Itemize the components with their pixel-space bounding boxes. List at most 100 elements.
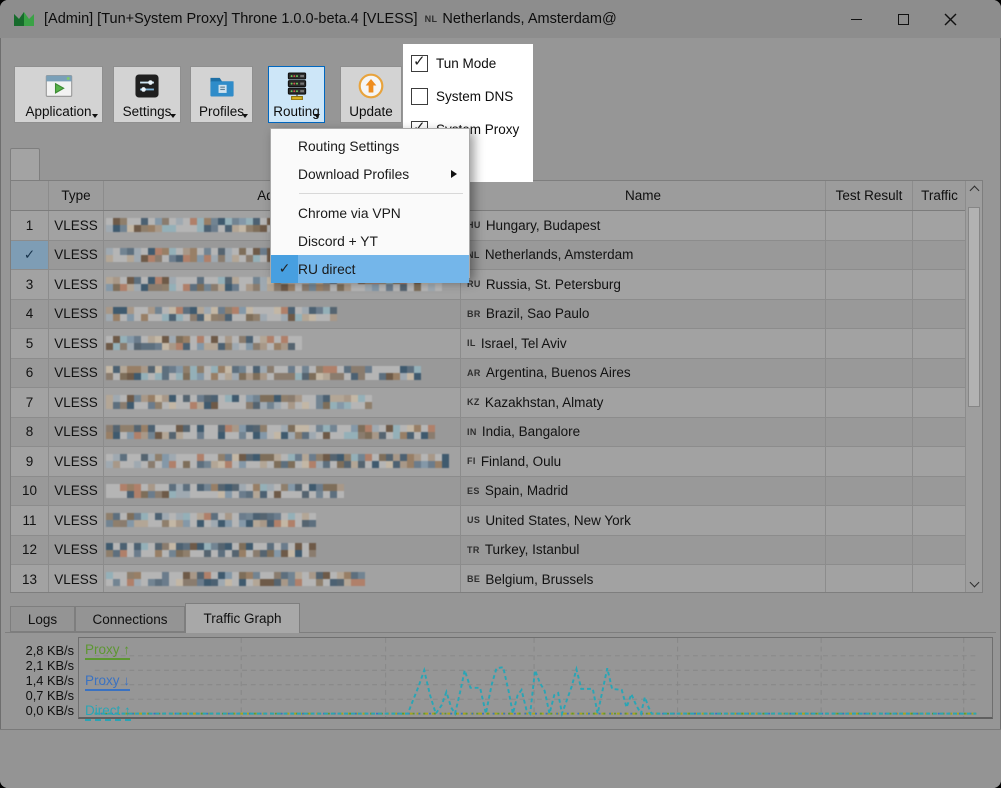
routing-button[interactable]: Routing bbox=[268, 66, 325, 123]
menu-item-download-profiles[interactable]: Download Profiles bbox=[271, 160, 469, 188]
update-button-label: Update bbox=[349, 104, 393, 119]
tab-traffic-graph[interactable]: Traffic Graph bbox=[185, 603, 300, 633]
profiles-button[interactable]: Profiles bbox=[190, 66, 253, 123]
menu-item-routing-settings[interactable]: Routing Settings bbox=[271, 132, 469, 160]
row-traffic-cell bbox=[913, 270, 966, 299]
country-flag: US bbox=[467, 515, 481, 526]
row-test-result-cell bbox=[826, 270, 913, 299]
table-row[interactable]: ✓ VLESS NL Netherlands, Amsterdam bbox=[11, 240, 982, 270]
row-address-cell bbox=[104, 358, 461, 387]
menu-item-discord-yt[interactable]: Discord + YT bbox=[271, 227, 469, 255]
settings-button[interactable]: Settings bbox=[113, 66, 181, 123]
country-flag: ES bbox=[467, 485, 480, 496]
legend-direct-[interactable]: Direct ↑ bbox=[85, 703, 131, 721]
row-name-text: Argentina, Buenos Aires bbox=[485, 365, 631, 381]
table-row[interactable]: 5 VLESS IL Israel, Tel Aviv bbox=[11, 329, 982, 359]
row-number-cell: 6 bbox=[11, 358, 49, 387]
title-country-flag: NL bbox=[424, 14, 438, 24]
row-number-cell: 13 bbox=[11, 565, 49, 592]
menu-item-gutter bbox=[271, 132, 298, 160]
row-address-cell bbox=[104, 565, 461, 592]
table-row[interactable]: 11 VLESS US United States, New York bbox=[11, 506, 982, 536]
profile-group-tab[interactable] bbox=[10, 148, 40, 181]
blurred-address bbox=[106, 336, 302, 351]
menu-item-ru-direct[interactable]: ✓ RU direct bbox=[271, 255, 469, 283]
row-name-cell: FI Finland, Oulu bbox=[461, 447, 826, 476]
menu-item-label: Download Profiles bbox=[298, 166, 410, 182]
column-header-traffic[interactable]: Traffic bbox=[913, 181, 966, 210]
row-name-text: India, Bangalore bbox=[481, 424, 581, 440]
dropdown-caret-icon bbox=[170, 114, 176, 118]
row-traffic-cell bbox=[913, 300, 966, 329]
dropdown-caret-icon bbox=[314, 114, 320, 118]
row-traffic-cell bbox=[913, 536, 966, 565]
row-name-text: Turkey, Istanbul bbox=[484, 542, 580, 558]
connection-table: Type Address Name Test Result Traffic 1V… bbox=[10, 180, 983, 593]
tab-logs[interactable]: Logs bbox=[10, 606, 75, 632]
tab-connections[interactable]: Connections bbox=[75, 606, 185, 632]
column-header-test-result[interactable]: Test Result bbox=[826, 181, 913, 210]
row-traffic-cell bbox=[913, 329, 966, 358]
row-name-cell: HU Hungary, Budapest bbox=[461, 211, 826, 240]
row-test-result-cell bbox=[826, 417, 913, 446]
status-bar: []NLNetherlands, Amsterdam Mixed: 127.0.… bbox=[0, 729, 1001, 788]
table-row[interactable]: 9 VLESS FI Finland, Oulu bbox=[11, 447, 982, 477]
row-number-cell: 10 bbox=[11, 476, 49, 505]
row-number-cell: 3 bbox=[11, 270, 49, 299]
row-number-cell: 9 bbox=[11, 447, 49, 476]
column-header-rownum[interactable] bbox=[11, 181, 49, 210]
checkbox-system-dns[interactable]: System DNS bbox=[411, 85, 513, 107]
row-traffic-cell bbox=[913, 477, 966, 506]
row-address-cell bbox=[104, 299, 461, 328]
dropdown-caret-icon bbox=[242, 114, 248, 118]
menu-item-label: Discord + YT bbox=[298, 233, 378, 249]
row-name-cell: IN India, Bangalore bbox=[461, 417, 826, 446]
row-test-result-cell bbox=[826, 447, 913, 476]
table-row[interactable]: 8 VLESS IN India, Bangalore bbox=[11, 417, 982, 447]
scroll-down-icon[interactable] bbox=[969, 577, 980, 588]
settings-icon bbox=[135, 74, 159, 98]
table-scrollbar[interactable] bbox=[965, 181, 982, 592]
blurred-address bbox=[106, 424, 435, 439]
table-row[interactable]: 1 VLESS HU Hungary, Budapest bbox=[11, 211, 982, 241]
row-address-cell bbox=[104, 535, 461, 564]
table-row[interactable]: 4 VLESS BR Brazil, Sao Paulo bbox=[11, 299, 982, 329]
column-header-type[interactable]: Type bbox=[49, 181, 104, 210]
legend-proxy-[interactable]: Proxy ↓ bbox=[85, 673, 131, 691]
close-button[interactable] bbox=[927, 0, 973, 38]
legend-proxy-[interactable]: Proxy ↑ bbox=[85, 642, 131, 660]
country-flag: IN bbox=[467, 426, 477, 437]
row-type-cell: VLESS bbox=[49, 270, 104, 299]
maximize-button[interactable] bbox=[880, 0, 926, 38]
row-traffic-cell bbox=[913, 565, 966, 592]
scrollbar-thumb[interactable] bbox=[968, 207, 980, 407]
checkbox-tun-mode[interactable]: ✓ Tun Mode bbox=[411, 52, 496, 74]
table-row[interactable]: 10 VLESS ES Spain, Madrid bbox=[11, 476, 982, 506]
row-name-text: Finland, Oulu bbox=[480, 453, 562, 469]
row-address-cell bbox=[104, 447, 461, 476]
table-row[interactable]: 6 VLESS AR Argentina, Buenos Aires bbox=[11, 358, 982, 388]
application-button-label: Application bbox=[25, 104, 92, 119]
table-row[interactable]: 13 VLESS BE Belgium, Brussels bbox=[11, 565, 982, 592]
update-button[interactable]: Update bbox=[340, 66, 402, 123]
scroll-up-icon[interactable] bbox=[969, 185, 980, 196]
routing-icon bbox=[287, 72, 306, 100]
row-name-text: United States, New York bbox=[485, 512, 631, 528]
row-name-cell: ES Spain, Madrid bbox=[461, 476, 826, 505]
table-row[interactable]: 12 VLESS TR Turkey, Istanbul bbox=[11, 535, 982, 565]
table-row[interactable]: 7 VLESS KZ Kazakhstan, Almaty bbox=[11, 388, 982, 418]
table-row[interactable]: 3 VLESS RU Russia, St. Petersburg bbox=[11, 270, 982, 300]
y-axis-tick-label: 0,0 KB/s bbox=[25, 703, 74, 718]
menu-item-chrome-via-vpn[interactable]: Chrome via VPN bbox=[271, 199, 469, 227]
row-traffic-cell bbox=[913, 211, 966, 240]
row-name-cell: BE Belgium, Brussels bbox=[461, 565, 826, 592]
title-bar: [Admin] [Tun+System Proxy] Throne 1.0.0-… bbox=[0, 0, 1001, 38]
column-header-name[interactable]: Name bbox=[461, 181, 826, 210]
application-button[interactable]: Application bbox=[14, 66, 103, 123]
table-body: 1 VLESS HU Hungary, Budapest ✓ VLESS NL Netherl… bbox=[11, 211, 982, 592]
minimize-button[interactable] bbox=[833, 0, 879, 38]
application-icon bbox=[45, 75, 72, 97]
row-name-cell: NL Netherlands, Amsterdam bbox=[461, 240, 826, 269]
row-type-cell: VLESS bbox=[49, 211, 104, 240]
blurred-address bbox=[106, 365, 421, 380]
